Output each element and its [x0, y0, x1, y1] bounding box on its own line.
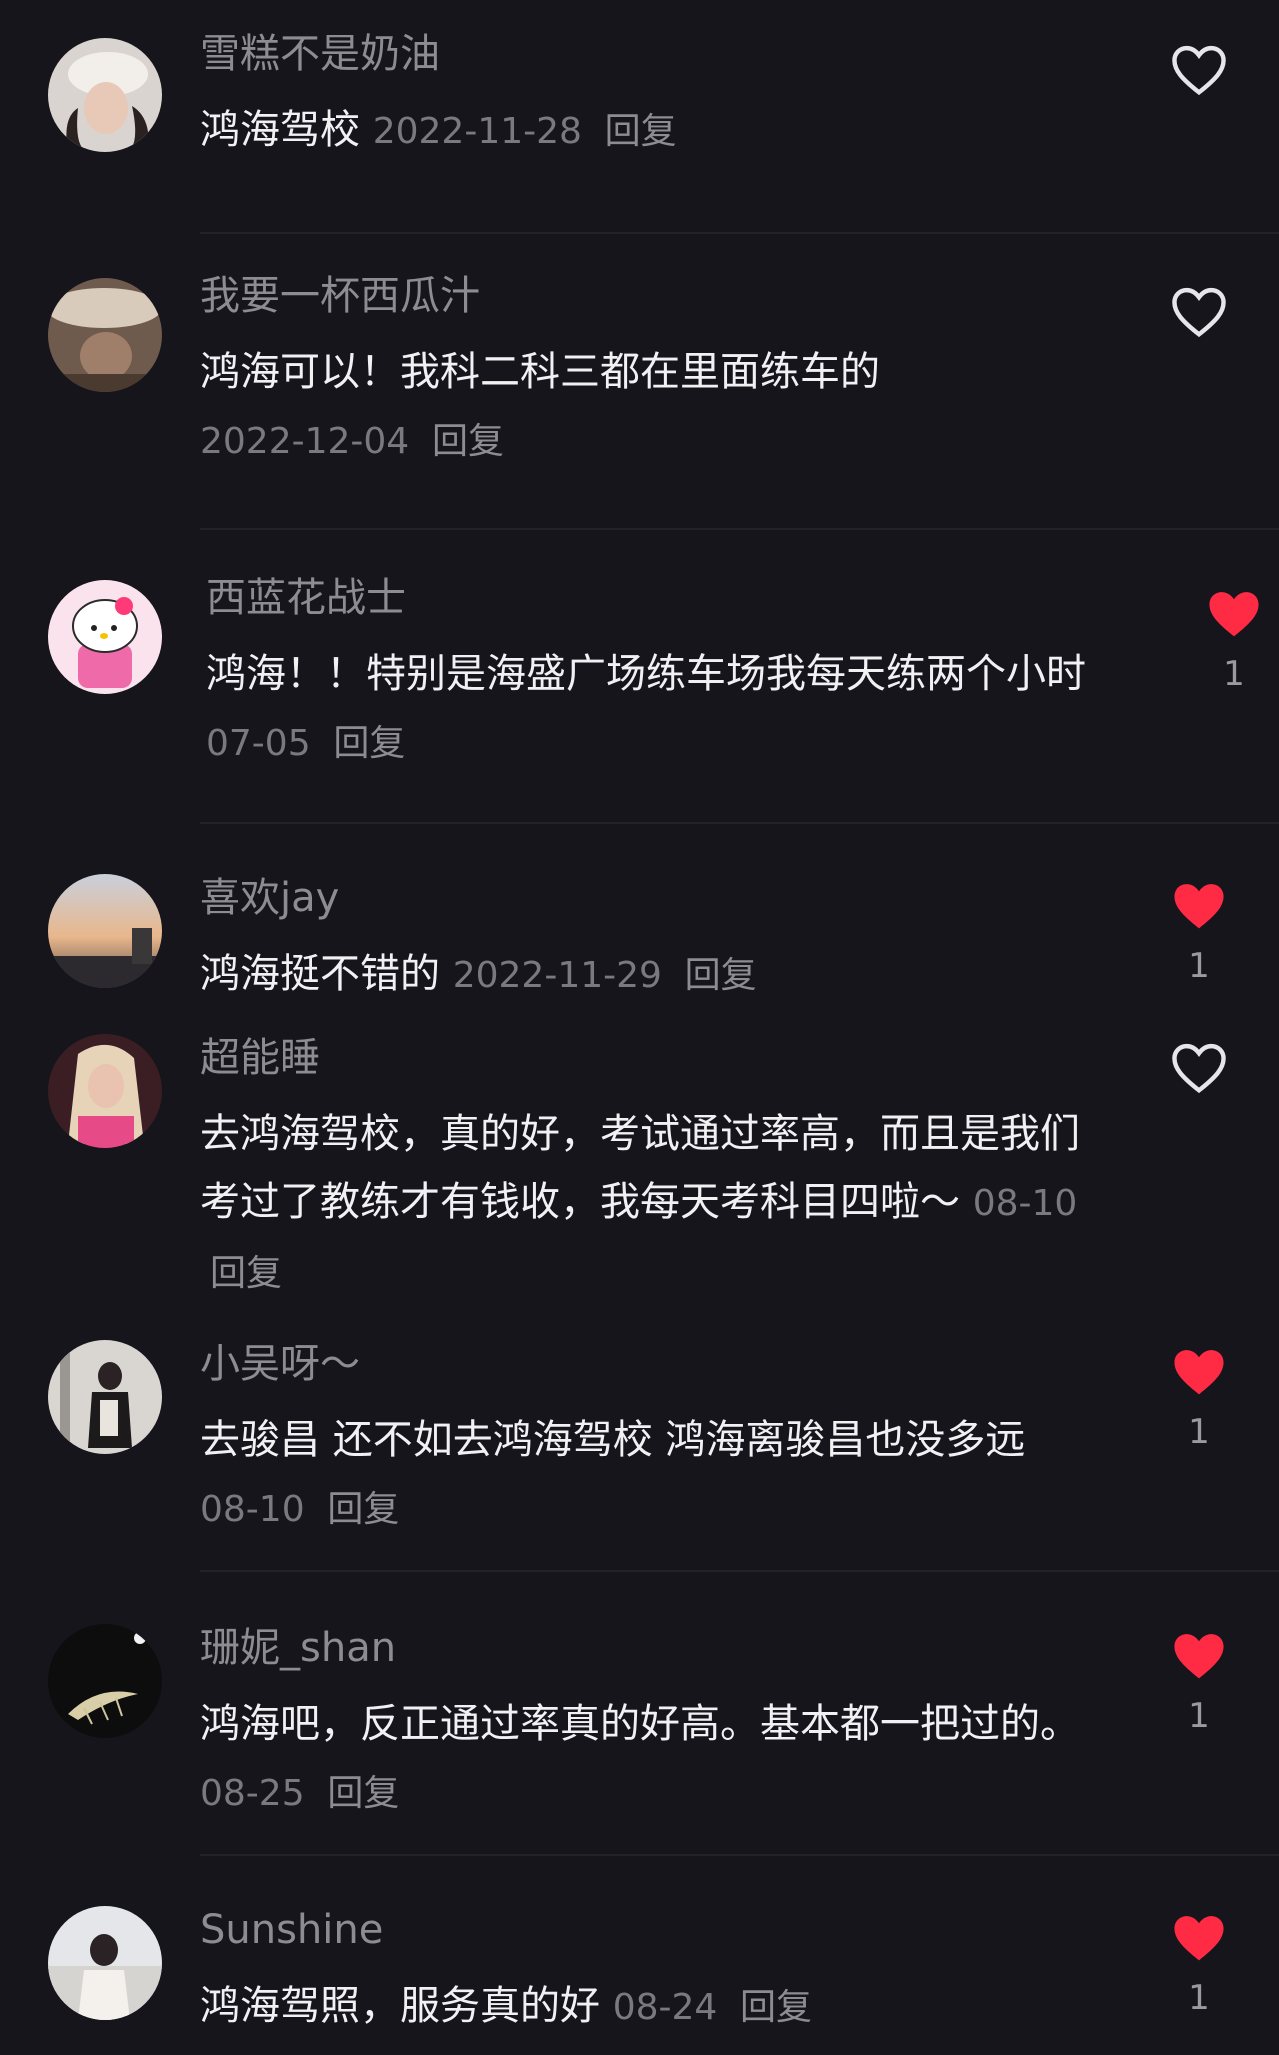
comment-date: 08-24: [612, 1987, 718, 2028]
like-button[interactable]: [1164, 42, 1234, 110]
reply-button[interactable]: 回复: [333, 723, 405, 764]
comment-text: 鸿海挺不错的 2022-11-29 回复: [200, 940, 1120, 1010]
username[interactable]: 珊妮_shan: [200, 1624, 1120, 1672]
like-button[interactable]: 1: [1164, 878, 1234, 986]
comment-content: 鸿海吧，反正通过率真的好高。基本都一把过的。: [200, 1701, 1080, 1747]
heart-outline-icon: [1172, 287, 1226, 338]
username[interactable]: 我要一杯西瓜汁: [200, 272, 1120, 320]
like-button[interactable]: 1: [1164, 1628, 1234, 1736]
like-count: 1: [1223, 654, 1245, 694]
comment-date: 2022-11-29: [452, 955, 662, 996]
reply-button[interactable]: 回复: [685, 955, 757, 996]
comment-content: 鸿海可以！我科二科三都在里面练车的: [200, 349, 880, 395]
like-count: 1: [1188, 1412, 1210, 1452]
reply-button[interactable]: 回复: [605, 111, 677, 152]
heart-outline-icon: [1172, 1043, 1226, 1094]
like-count: 1: [1188, 1696, 1210, 1736]
avatar[interactable]: [48, 38, 162, 152]
username[interactable]: 西蓝花战士: [206, 574, 1126, 622]
reply-button[interactable]: 回复: [740, 1987, 812, 2028]
comment-date: 08-10: [200, 1489, 305, 1530]
like-button[interactable]: [1164, 1040, 1234, 1108]
comment-content: 去骏昌 还不如去鸿海驾校 鸿海离骏昌也没多远: [200, 1417, 1026, 1463]
comment-list: 雪糕不是奶油 鸿海驾校 2022-11-28 回复 我要一杯西瓜汁 鸿海可以！我…: [0, 0, 1279, 2055]
comment-text: 鸿海吧，反正通过率真的好高。基本都一把过的。 08-25 回复: [200, 1690, 1090, 1828]
like-button[interactable]: 1: [1164, 1344, 1234, 1452]
avatar[interactable]: [48, 874, 162, 988]
heart-filled-icon: [1209, 592, 1259, 637]
comment-date: 08-10: [972, 1183, 1078, 1224]
heart-filled-icon: [1174, 1634, 1224, 1679]
reply-button[interactable]: 回复: [432, 421, 504, 462]
comment-meta: 08-10 回复: [200, 1474, 1120, 1544]
heart-filled-icon: [1174, 1350, 1224, 1395]
comment-date: 2022-12-04: [200, 421, 410, 462]
avatar[interactable]: [48, 1340, 162, 1454]
comment-date: 08-25: [200, 1773, 305, 1814]
reply-button[interactable]: 回复: [210, 1253, 282, 1294]
comment-text: 鸿海驾照，服务真的好 08-24 回复: [200, 1972, 1120, 2042]
username[interactable]: 喜欢jay: [200, 874, 1120, 922]
username[interactable]: Sunshine: [200, 1906, 1120, 1954]
comment-text: 鸿海驾校 2022-11-28 回复: [200, 96, 1120, 166]
like-button[interactable]: 1: [1199, 586, 1269, 694]
comment-content: 鸿海挺不错的: [200, 951, 440, 997]
comment-content: 鸿海！！特别是海盛广场练车场我每天练两个小时: [206, 651, 1086, 697]
comment-content: 去鸿海驾校，真的好，考试通过率高，而且是我们考过了教练才有钱收，我每天考科目四啦…: [200, 1111, 1080, 1225]
avatar[interactable]: [48, 580, 162, 694]
divider: [200, 1570, 1279, 1572]
reply-button[interactable]: 回复: [327, 1773, 399, 1814]
comment-date: 07-05: [206, 723, 311, 764]
heart-filled-icon: [1174, 1916, 1224, 1961]
divider: [200, 528, 1279, 530]
avatar[interactable]: [48, 278, 162, 392]
like-button[interactable]: 1: [1164, 1910, 1234, 2018]
comment-content: 鸿海驾照，服务真的好: [200, 1983, 600, 2029]
like-count: 1: [1188, 946, 1210, 986]
comment-meta: 2022-12-04 回复: [200, 406, 1120, 476]
like-count: 1: [1188, 1978, 1210, 2018]
heart-outline-icon: [1172, 45, 1226, 96]
avatar[interactable]: [48, 1624, 162, 1738]
like-button[interactable]: [1164, 284, 1234, 352]
username[interactable]: 小吴呀～: [200, 1340, 1120, 1388]
avatar[interactable]: [48, 1034, 162, 1148]
reply-button[interactable]: 回复: [327, 1489, 399, 1530]
divider: [200, 1854, 1279, 1856]
comment-date: 2022-11-28: [372, 111, 582, 152]
comment-content: 鸿海驾校: [200, 107, 360, 153]
username[interactable]: 雪糕不是奶油: [200, 30, 1120, 78]
username[interactable]: 超能睡: [200, 1034, 1120, 1082]
comment-text: 去鸿海驾校，真的好，考试通过率高，而且是我们考过了教练才有钱收，我每天考科目四啦…: [200, 1100, 1090, 1308]
divider: [200, 232, 1279, 234]
heart-filled-icon: [1174, 884, 1224, 929]
avatar[interactable]: [48, 1906, 162, 2020]
divider: [200, 822, 1279, 824]
comment-text: 鸿海！！特别是海盛广场练车场我每天练两个小时 07-05 回复: [206, 640, 1116, 778]
